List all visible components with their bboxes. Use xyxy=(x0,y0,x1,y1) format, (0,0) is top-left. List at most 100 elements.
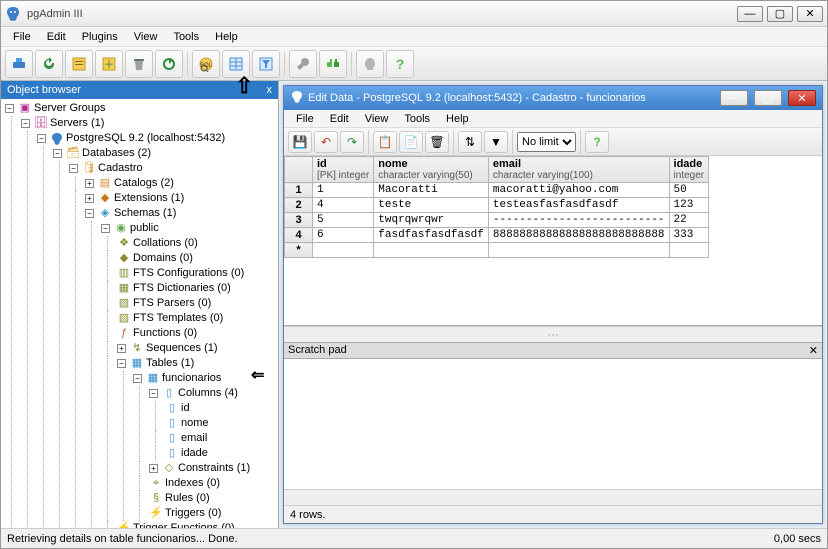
collapse-icon[interactable]: − xyxy=(101,224,110,233)
data-grid[interactable]: id[PK] integer nomecharacter varying(50)… xyxy=(284,156,822,326)
horizontal-scrollbar[interactable] xyxy=(284,489,822,505)
tree-col-idade[interactable]: idade xyxy=(181,446,208,461)
child-close-button[interactable]: ✕ xyxy=(788,90,816,106)
tree-col-email[interactable]: email xyxy=(181,431,207,446)
cell-idade[interactable]: 123 xyxy=(669,198,709,213)
tree-pg-server[interactable]: PostgreSQL 9.2 (localhost:5432) xyxy=(66,131,225,146)
help-icon[interactable]: ? xyxy=(386,50,414,78)
child-maximize-button[interactable]: ▢ xyxy=(754,90,782,106)
row-header[interactable]: * xyxy=(285,243,313,258)
child-menu-view[interactable]: View xyxy=(357,112,397,126)
tree-sequences[interactable]: Sequences (1) xyxy=(146,341,218,356)
cell-idade[interactable]: 22 xyxy=(669,213,709,228)
cell-idade[interactable] xyxy=(669,243,709,258)
cell-id[interactable]: 6 xyxy=(313,228,374,243)
collapse-icon[interactable]: − xyxy=(53,149,62,158)
col-header-idade[interactable]: idadeinteger xyxy=(669,157,709,183)
undo-icon[interactable]: ↶ xyxy=(314,131,338,153)
cell-id[interactable] xyxy=(313,243,374,258)
expand-icon[interactable]: + xyxy=(85,179,94,188)
view-data-icon[interactable] xyxy=(222,50,250,78)
save-icon[interactable]: 💾 xyxy=(288,131,312,153)
tree-rules[interactable]: Rules (0) xyxy=(165,491,210,506)
object-browser-tree[interactable]: −▣Server Groups −🗄Servers (1) −PostgreSQ… xyxy=(1,99,278,528)
plugins-icon[interactable] xyxy=(319,50,347,78)
collapse-icon[interactable]: − xyxy=(133,374,142,383)
tree-extensions[interactable]: Extensions (1) xyxy=(114,191,184,206)
connect-icon[interactable] xyxy=(5,50,33,78)
tree-tables[interactable]: Tables (1) xyxy=(146,356,194,371)
child-menu-edit[interactable]: Edit xyxy=(322,112,357,126)
cell-id[interactable]: 1 xyxy=(313,183,374,198)
tree-triggers[interactable]: Triggers (0) xyxy=(165,506,221,521)
tree-constraints[interactable]: Constraints (1) xyxy=(178,461,250,476)
cell-nome[interactable]: twqrqwrqwr xyxy=(374,213,489,228)
scratch-pad[interactable] xyxy=(284,359,822,489)
tree-fts-conf[interactable]: FTS Configurations (0) xyxy=(133,266,244,281)
maximize-button[interactable]: ▢ xyxy=(767,6,793,22)
tree-fts-dict[interactable]: FTS Dictionaries (0) xyxy=(133,281,231,296)
cell-nome[interactable]: teste xyxy=(374,198,489,213)
menu-tools[interactable]: Tools xyxy=(165,29,207,45)
delete-row-icon[interactable]: 🗑 xyxy=(425,131,449,153)
tree-domains[interactable]: Domains (0) xyxy=(133,251,193,266)
redo-icon[interactable]: ↷ xyxy=(340,131,364,153)
cell-nome[interactable]: fasdfasfasdfasdf xyxy=(374,228,489,243)
cell-email[interactable]: testeasfasfasdfasdf xyxy=(488,198,669,213)
guru-hint-icon[interactable] xyxy=(356,50,384,78)
tree-trigger-funcs[interactable]: Trigger Functions (0) xyxy=(133,521,235,528)
child-menu-tools[interactable]: Tools xyxy=(396,112,438,126)
child-minimize-button[interactable]: — xyxy=(720,90,748,106)
child-menu-file[interactable]: File xyxy=(288,112,322,126)
filter-data-icon[interactable] xyxy=(252,50,280,78)
cell-id[interactable]: 5 xyxy=(313,213,374,228)
collapse-icon[interactable]: − xyxy=(37,134,46,143)
collapse-icon[interactable]: − xyxy=(5,104,14,113)
copy-icon[interactable]: 📋 xyxy=(373,131,397,153)
minimize-button[interactable]: — xyxy=(737,6,763,22)
reload-icon[interactable] xyxy=(155,50,183,78)
tree-servers[interactable]: Servers (1) xyxy=(50,116,104,131)
tree-indexes[interactable]: Indexes (0) xyxy=(165,476,220,491)
menu-help[interactable]: Help xyxy=(207,29,246,45)
expand-icon[interactable]: + xyxy=(149,464,158,473)
tree-fts-parsers[interactable]: FTS Parsers (0) xyxy=(133,296,211,311)
table-row[interactable]: 46fasdfasfasdfasdf8888888888888888888888… xyxy=(285,228,709,243)
properties-icon[interactable] xyxy=(65,50,93,78)
tree-funcionarios[interactable]: funcionarios xyxy=(162,371,221,386)
child-menu-help[interactable]: Help xyxy=(438,112,477,126)
cell-email[interactable]: 88888888888888888888888888 xyxy=(488,228,669,243)
table-row[interactable]: * xyxy=(285,243,709,258)
sort-icon[interactable]: ⇅ xyxy=(458,131,482,153)
menu-plugins[interactable]: Plugins xyxy=(74,29,126,45)
row-header[interactable]: 1 xyxy=(285,183,313,198)
cell-nome[interactable]: Macoratti xyxy=(374,183,489,198)
scratch-pad-close-icon[interactable]: ✕ xyxy=(809,344,818,357)
col-header-email[interactable]: emailcharacter varying(100) xyxy=(488,157,669,183)
collapse-icon[interactable]: − xyxy=(69,164,78,173)
object-browser-close-icon[interactable]: x xyxy=(267,84,273,96)
cell-nome[interactable] xyxy=(374,243,489,258)
expand-icon[interactable]: + xyxy=(117,344,126,353)
help-icon[interactable]: ? xyxy=(585,131,609,153)
tree-fts-templates[interactable]: FTS Templates (0) xyxy=(133,311,223,326)
filter-icon[interactable]: ▼ xyxy=(484,131,508,153)
collapse-icon[interactable]: − xyxy=(85,209,94,218)
table-row[interactable]: 24testetesteasfasfasdfasdf123 xyxy=(285,198,709,213)
row-limit-select[interactable]: No limit xyxy=(517,132,576,152)
tree-col-nome[interactable]: nome xyxy=(181,416,209,431)
collapse-icon[interactable]: − xyxy=(21,119,30,128)
row-header[interactable]: 3 xyxy=(285,213,313,228)
collapse-icon[interactable]: − xyxy=(117,359,126,368)
menu-edit[interactable]: Edit xyxy=(39,29,74,45)
menu-file[interactable]: File xyxy=(5,29,39,45)
tree-databases[interactable]: Databases (2) xyxy=(82,146,151,161)
tree-schemas[interactable]: Schemas (1) xyxy=(114,206,176,221)
new-object-icon[interactable]: ＋ xyxy=(95,50,123,78)
row-header[interactable]: 2 xyxy=(285,198,313,213)
tree-col-id[interactable]: id xyxy=(181,401,190,416)
tree-functions[interactable]: Functions (0) xyxy=(133,326,197,341)
sql-icon[interactable]: SQL xyxy=(192,50,220,78)
tree-cadastro[interactable]: Cadastro xyxy=(98,161,143,176)
menu-view[interactable]: View xyxy=(126,29,166,45)
